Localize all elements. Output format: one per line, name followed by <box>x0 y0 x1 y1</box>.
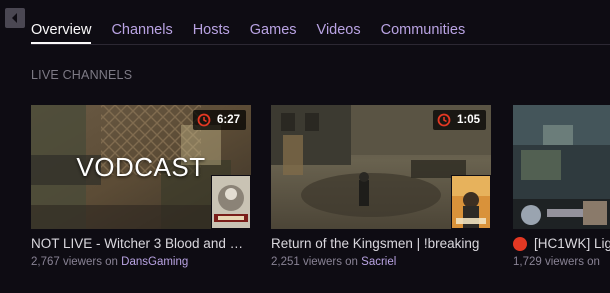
live-indicator-icon <box>513 236 527 251</box>
tab-divider <box>31 44 610 45</box>
channel-link[interactable]: DansGaming <box>121 256 188 268</box>
box-art-image <box>212 176 250 228</box>
tab-overview[interactable]: Overview <box>31 0 92 44</box>
tab-videos[interactable]: Videos <box>317 0 361 39</box>
stream-thumbnail[interactable]: VODCAST 6:27 <box>31 105 251 229</box>
page: Overview Channels Hosts Games Videos Com… <box>0 0 610 293</box>
tab-games[interactable]: Games <box>250 0 297 39</box>
tab-channels[interactable]: Channels <box>111 0 172 39</box>
duration-text: 6:27 <box>216 114 240 126</box>
back-button[interactable] <box>5 8 25 28</box>
tab-communities[interactable]: Communities <box>381 0 466 39</box>
stream-title[interactable]: NOT LIVE - Witcher 3 Blood and Wine <box>31 236 251 251</box>
duration-badge: 6:27 <box>192 110 246 130</box>
viewers-label: viewers on <box>544 256 600 268</box>
viewer-info: 2,767 viewers on DansGaming <box>31 256 251 268</box>
stream-thumbnail[interactable]: 1:05 <box>271 105 491 229</box>
viewer-count: 1,729 <box>513 256 542 268</box>
tab-hosts[interactable]: Hosts <box>193 0 230 39</box>
viewer-count: 2,767 <box>31 256 60 268</box>
duration-text: 1:05 <box>456 114 480 126</box>
clock-icon <box>437 113 451 127</box>
stream-title[interactable]: Return of the Kingsmen | !breaking <box>271 236 479 251</box>
clock-icon <box>197 113 211 127</box>
tab-bar: Overview Channels Hosts Games Videos Com… <box>31 0 485 44</box>
viewer-info: 1,729 viewers on <box>513 256 610 268</box>
viewers-label: viewers on <box>302 256 358 268</box>
chevron-left-icon <box>12 13 17 23</box>
channel-link[interactable]: Sacriel <box>361 256 396 268</box>
stream-title-row: [HC1WK] Lig <box>513 236 610 251</box>
channel-card: [HC1WK] Lig 1,729 viewers on <box>513 105 610 268</box>
game-box-art[interactable] <box>451 175 491 229</box>
viewers-label: viewers on <box>62 256 118 268</box>
section-title: LIVE CHANNELS <box>31 68 133 82</box>
viewer-count: 2,251 <box>271 256 300 268</box>
duration-badge: 1:05 <box>432 110 486 130</box>
stream-title-row: NOT LIVE - Witcher 3 Blood and Wine <box>31 236 251 251</box>
stream-title-row: Return of the Kingsmen | !breaking <box>271 236 491 251</box>
stream-thumbnail[interactable] <box>513 105 610 229</box>
game-box-art[interactable] <box>211 175 251 229</box>
stream-title[interactable]: [HC1WK] Lig <box>534 236 610 251</box>
channel-card: VODCAST 6:27 NOT LIVE - Witcher 3 Blood … <box>31 105 251 268</box>
box-art-image <box>452 176 490 228</box>
thumbnail-image <box>513 105 610 229</box>
viewer-info: 2,251 viewers on Sacriel <box>271 256 491 268</box>
channel-card: 1:05 Return of the Kingsmen | !breaking … <box>271 105 491 268</box>
